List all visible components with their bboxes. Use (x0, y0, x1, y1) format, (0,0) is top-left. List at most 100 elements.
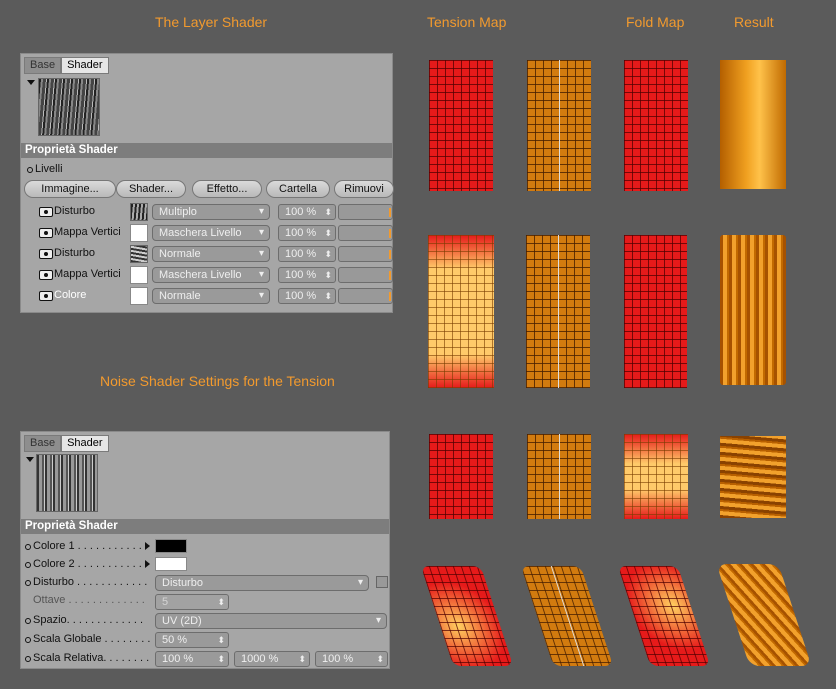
layer-amount-slider[interactable] (338, 225, 393, 241)
layer-thumbnail (130, 224, 148, 242)
remove-button[interactable]: Rimuovi (334, 180, 394, 198)
spazio-label: Spazio. . . . . . . . . . . . . (33, 614, 144, 626)
tab-base[interactable]: Base (24, 435, 62, 452)
layer-amount-field[interactable]: 100 % (278, 204, 336, 220)
ottave-label: Ottave . . . . . . . . . . . . . (33, 594, 145, 606)
layer-name: Disturbo (54, 247, 95, 259)
expand-arrow-icon[interactable] (145, 542, 150, 550)
layer-thumbnail (130, 287, 148, 305)
result-tile (720, 60, 786, 189)
result-tile (716, 564, 812, 666)
spline-line (550, 566, 585, 666)
scala-globale-label: Scala Globale . . . . . . . . (33, 633, 151, 645)
tab-shader[interactable]: Shader (61, 57, 109, 74)
layer-name: Colore (54, 289, 87, 301)
animation-dot-icon[interactable] (25, 562, 31, 568)
noise-type-dropdown[interactable]: Disturbo (155, 575, 369, 591)
spline-line (559, 434, 560, 519)
layer-shader-panel: Base Shader Proprietà Shader Livelli Imm… (20, 53, 394, 313)
shader-preview-thumbnail (38, 78, 100, 136)
spline-line (559, 60, 560, 191)
colore2-swatch[interactable] (155, 557, 187, 571)
visibility-eye-icon[interactable] (39, 228, 53, 238)
animation-dot-icon[interactable] (25, 544, 31, 550)
heading-fold-map: Fold Map (626, 14, 685, 30)
animation-dot-icon[interactable] (27, 167, 33, 173)
layer-amount-slider[interactable] (338, 204, 393, 220)
collapse-arrow-icon[interactable] (27, 80, 35, 85)
layer-amount-slider[interactable] (338, 246, 393, 262)
tension-map-tile (429, 60, 493, 191)
visibility-eye-icon[interactable] (39, 291, 53, 301)
fold-map-tile (617, 566, 711, 666)
tension-map-tile (420, 566, 514, 666)
layer-amount-field[interactable]: 100 % (278, 288, 336, 304)
layer-name: Mappa Vertici (54, 268, 121, 280)
scala-relativa-x-field[interactable]: 100 % (155, 651, 229, 667)
scala-relativa-z-field[interactable]: 100 % (315, 651, 388, 667)
image-button[interactable]: Immagine... (24, 180, 116, 198)
tab-base[interactable]: Base (24, 57, 62, 74)
mesh-wireframe-tile (527, 434, 591, 519)
layer-thumbnail (130, 245, 148, 263)
layer-mode-dropdown[interactable]: Maschera Livello (152, 225, 270, 241)
colore1-label: Colore 1 . . . . . . . . . . . (33, 540, 142, 552)
effect-button[interactable]: Effetto... (192, 180, 262, 198)
noise-preview-thumbnail (36, 454, 98, 512)
layer-mode-dropdown[interactable]: Normale (152, 288, 270, 304)
noise-browse-icon[interactable] (376, 576, 388, 588)
fold-map-tile (624, 60, 688, 191)
layer-thumbnail (130, 203, 148, 221)
layer-name: Disturbo (54, 205, 95, 217)
layer-mode-dropdown[interactable]: Maschera Livello (152, 267, 270, 283)
collapse-arrow-icon[interactable] (26, 457, 34, 462)
mesh-wireframe-tile (520, 566, 614, 666)
layer-mode-dropdown[interactable]: Normale (152, 246, 270, 262)
animation-dot-icon[interactable] (25, 637, 31, 643)
animation-dot-icon[interactable] (25, 656, 31, 662)
layer-amount-field[interactable]: 100 % (278, 225, 336, 241)
heading-tension-map: Tension Map (427, 14, 507, 30)
spazio-dropdown[interactable]: UV (2D) (155, 613, 387, 629)
layer-amount-slider[interactable] (338, 288, 393, 304)
scala-relativa-label: Scala Relativa. . . . . . . . (33, 652, 150, 664)
layer-mode-dropdown[interactable]: Multiplo (152, 204, 270, 220)
tension-map-tile (429, 434, 493, 519)
colore1-swatch[interactable] (155, 539, 187, 553)
layer-name: Mappa Vertici (54, 226, 121, 238)
result-tile (720, 436, 786, 518)
tension-map-tile (428, 235, 494, 388)
visibility-eye-icon[interactable] (39, 249, 53, 259)
disturbo-label: Disturbo . . . . . . . . . . . . (33, 576, 148, 588)
noise-panel-tabs: Base Shader (24, 435, 109, 452)
layer-amount-field[interactable]: 100 % (278, 246, 336, 262)
mesh-wireframe-tile (526, 235, 590, 388)
folder-button[interactable]: Cartella (266, 180, 330, 198)
fold-map-tile (624, 434, 688, 519)
layer-amount-field[interactable]: 100 % (278, 267, 336, 283)
noise-shader-panel: Base Shader Proprietà Shader Colore 1 . … (20, 431, 390, 669)
spline-line (558, 235, 559, 388)
layer-panel-tabs: Base Shader (24, 57, 109, 74)
colore2-label: Colore 2 . . . . . . . . . . . (33, 558, 142, 570)
scala-globale-field[interactable]: 50 % (155, 632, 229, 648)
layer-thumbnail (130, 266, 148, 284)
animation-dot-icon[interactable] (25, 580, 31, 586)
animation-dot-icon[interactable] (25, 618, 31, 624)
heading-result: Result (734, 14, 774, 30)
result-tile (720, 235, 786, 385)
layer-amount-slider[interactable] (338, 267, 393, 283)
expand-arrow-icon[interactable] (145, 560, 150, 568)
mesh-wireframe-tile (527, 60, 591, 191)
scala-relativa-y-field[interactable]: 1000 % (234, 651, 310, 667)
visibility-eye-icon[interactable] (39, 270, 53, 280)
section-title: Proprietà Shader (21, 143, 392, 158)
heading-noise-settings: Noise Shader Settings for the Tension (100, 373, 335, 389)
visibility-eye-icon[interactable] (39, 207, 53, 217)
section-title: Proprietà Shader (21, 519, 389, 534)
livelli-label: Livelli (35, 163, 63, 175)
ottave-field[interactable]: 5 (155, 594, 229, 610)
heading-layer-shader: The Layer Shader (155, 14, 268, 30)
shader-button[interactable]: Shader... (116, 180, 186, 198)
tab-shader[interactable]: Shader (61, 435, 109, 452)
